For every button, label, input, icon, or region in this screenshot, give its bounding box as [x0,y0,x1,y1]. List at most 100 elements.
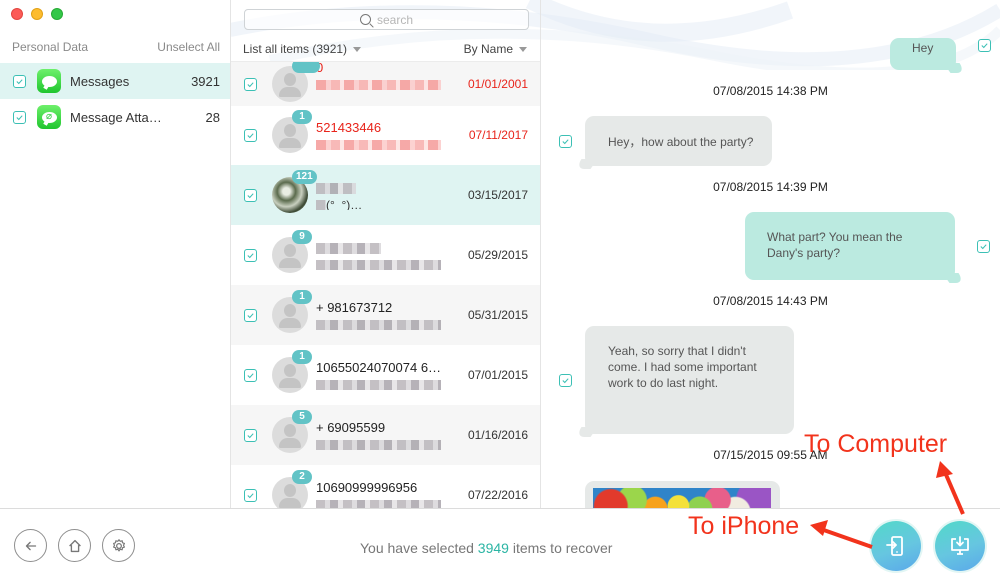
message-image-bubble[interactable] [585,481,780,508]
checkbox[interactable] [244,368,257,382]
checkbox[interactable] [244,488,257,502]
chevron-down-icon [353,47,362,53]
arrow-left-icon [25,541,36,550]
selection-status: You have selected 3949 items to recover [360,540,612,556]
checkbox[interactable] [244,248,257,262]
message-text: What part? You mean the Dany's party? [767,230,903,260]
status-suffix: items to recover [508,540,613,556]
filter-label: List all items (3921) [243,42,348,56]
home-button[interactable] [58,529,91,562]
back-button[interactable] [14,529,47,562]
message-timestamp: 07/08/2015 14:39 PM [713,180,828,194]
conversation-text: 521433446 [316,120,469,150]
unread-badge: 1 [292,290,312,304]
conversation-text: + 69095599 [316,420,468,450]
maximize-window-button[interactable] [51,8,63,20]
list-item[interactable]: 1 521433446 07/11/2017 [231,105,540,165]
checkbox[interactable] [244,428,257,442]
bottom-bar: You have selected 3949 items to recover [0,508,1000,581]
conversation-text: 10655024070074 6… [316,360,468,390]
unread-badge: 1 [292,350,312,364]
app-window: Personal Data Unselect All Messages 3921… [0,0,1000,581]
message-row-incoming: Yeah, so sorry that I didn't come. I had… [559,326,794,434]
search-icon [359,14,371,25]
conversation-preview-redacted [316,438,441,450]
message-text: Hey，how about the party? [608,135,754,149]
sidebar-item-messages[interactable]: Messages 3921 [0,63,230,99]
conversation-date: 07/11/2017 [468,128,528,142]
sidebar-item-message-attachments[interactable]: ⌀ Message Atta… 28 [0,99,230,135]
conversation-date: 01/16/2016 [467,428,528,442]
avatar: 2 [272,470,312,508]
sidebar-title: Personal Data [12,40,89,54]
avatar: 1 [272,290,312,333]
window-controls [11,8,63,20]
conversation-preview-redacted [316,78,441,90]
search-input[interactable]: search [244,9,529,30]
conversation-list[interactable]: 0 01/01/2001 1 521433446 07/11/2017 121 [231,61,540,508]
checkbox[interactable] [244,128,257,142]
conversation-name: 521433446 [316,120,382,135]
message-checkbox[interactable] [978,38,991,52]
chevron-down-icon [519,47,527,53]
avatar: 1 [272,350,312,393]
sort-dropdown[interactable]: By Name [464,42,527,56]
messages-icon [37,69,61,93]
message-bubble-incoming: Yeah, so sorry that I didn't come. I had… [585,326,794,434]
checkbox[interactable] [244,77,257,91]
checkbox[interactable] [244,188,257,202]
message-checkbox[interactable] [559,134,572,148]
device-import-icon [886,536,903,556]
to-iphone-button[interactable] [871,521,921,571]
conversation-preview: (°_°)… [316,198,441,210]
search-placeholder: search [376,12,414,27]
message-bubble-incoming: Hey，how about the party? [585,116,772,166]
list-item[interactable]: 121 (°_°)… 03/15/2017 [231,165,540,225]
message-checkbox[interactable] [977,239,990,253]
unread-badge: 121 [292,170,317,184]
filter-dropdown[interactable]: List all items (3921) [243,42,362,56]
conversation-text [316,240,468,270]
message-checkbox[interactable] [559,373,572,387]
checkbox[interactable] [13,110,26,124]
list-filters: List all items (3921) By Name [243,42,527,56]
conversation-preview-redacted [316,138,441,150]
conversation-name: + 69095599 [316,420,386,435]
sidebar-header: Personal Data Unselect All [12,40,220,54]
list-item[interactable]: 1 10655024070074 6… 07/01/2015 [231,345,540,405]
conversation-preview-redacted [316,378,441,390]
conversation-date: 01/01/2001 [467,77,528,91]
list-item[interactable]: 0 01/01/2001 [231,62,540,106]
conversation-name: 10690999996956 [316,480,418,495]
conversation-date: 07/01/2015 [467,368,528,382]
conversation-date: 05/29/2015 [467,248,528,262]
list-item[interactable]: 1 + 981673712 05/31/2015 [231,285,540,345]
conversation-text: 0 [316,62,468,90]
conversation-name: 0 [316,62,451,76]
settings-button[interactable] [102,529,135,562]
close-window-button[interactable] [11,8,23,20]
minimize-window-button[interactable] [31,8,43,20]
conversation-text: + 981673712 [316,300,468,330]
avatar [272,62,320,102]
message-bubble-outgoing: Hey [890,38,956,70]
to-computer-button[interactable] [935,521,985,571]
annotation-to-iphone: To iPhone [688,512,800,540]
unread-badge: 1 [292,110,312,124]
list-item[interactable]: 5 + 69095599 01/16/2016 [231,405,540,465]
computer-download-icon [951,536,969,555]
unread-badge: 2 [292,470,312,484]
unselect-all-button[interactable]: Unselect All [157,40,220,54]
unread-badge [292,62,320,73]
message-bubble-outgoing: What part? You mean the Dany's party? [745,212,955,280]
balloons-image[interactable] [593,488,771,508]
message-timestamp: 07/08/2015 14:38 PM [713,84,828,98]
list-item[interactable]: 9 05/29/2015 [231,225,540,285]
message-row-outgoing: What part? You mean the Dany's party? [745,212,990,280]
checkbox[interactable] [244,308,257,322]
avatar: 9 [272,230,312,273]
avatar: 5 [272,410,312,453]
list-item[interactable]: 2 10690999996956 07/22/2016 [231,465,540,508]
checkbox[interactable] [13,74,26,88]
sidebar-item-label: Message Atta… [70,109,162,125]
